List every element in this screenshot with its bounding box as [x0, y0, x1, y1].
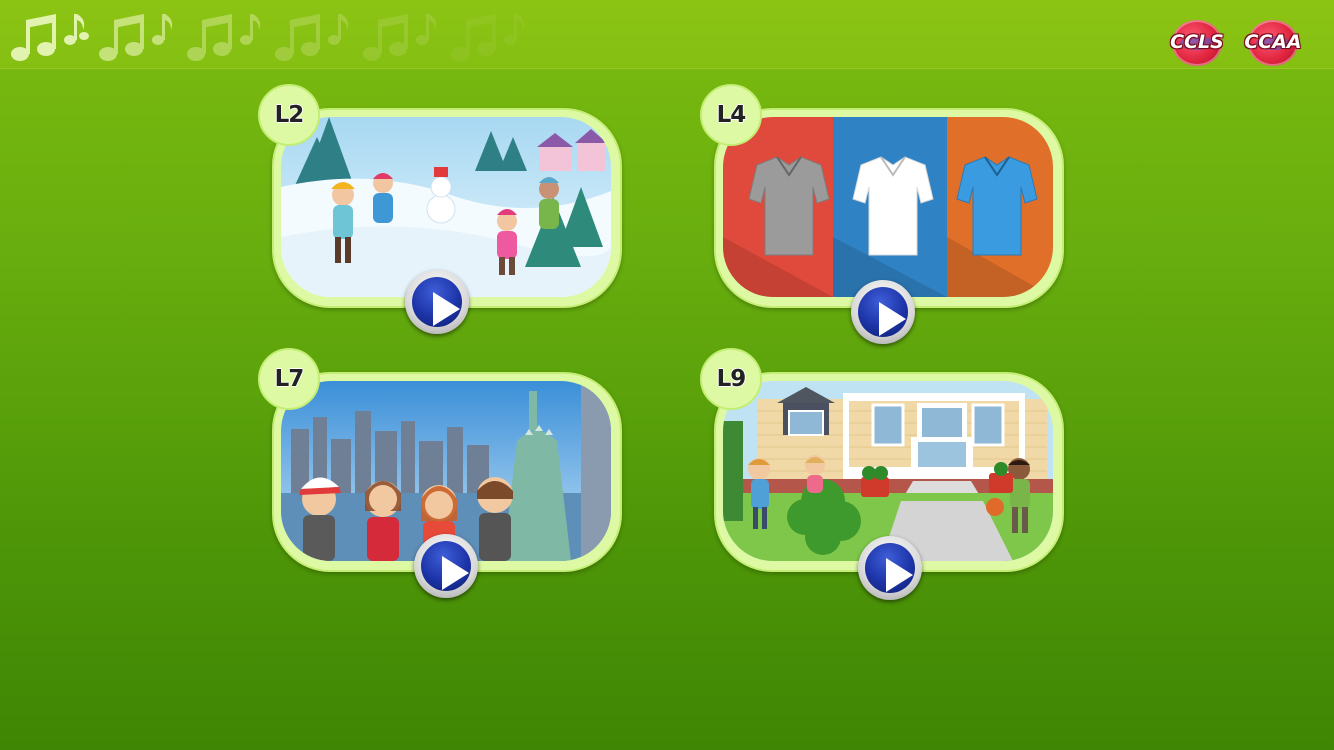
lesson-card-l9[interactable]: L9 — [700, 348, 1064, 600]
winter-snow-play-scene[interactable] — [281, 117, 611, 297]
shirts-colors-scene[interactable] — [723, 117, 1053, 297]
play-button[interactable] — [851, 280, 915, 344]
play-icon — [433, 292, 460, 326]
play-icon — [442, 556, 469, 590]
lesson-badge: L9 — [700, 348, 762, 410]
play-button[interactable] — [858, 536, 922, 600]
lesson-label: L9 — [716, 366, 747, 392]
lesson-badge: L7 — [258, 348, 320, 410]
lesson-label: L2 — [274, 102, 305, 128]
ccaa-logo-text: CCAA — [1244, 31, 1302, 53]
music-notes-icon — [184, 4, 272, 64]
music-notes-icon — [360, 4, 448, 64]
play-button[interactable] — [405, 270, 469, 334]
lesson-badge: L4 — [700, 84, 762, 146]
lesson-badge: L2 — [258, 84, 320, 146]
lesson-label: L7 — [274, 366, 305, 392]
lesson-label: L4 — [716, 102, 747, 128]
lesson-card-l4[interactable]: L4 — [700, 84, 1064, 344]
ccaa-logo[interactable]: CCAA — [1238, 20, 1308, 66]
ccls-logo[interactable]: CCLS — [1162, 20, 1232, 66]
ccls-logo-text: CCLS — [1170, 31, 1224, 53]
play-button[interactable] — [414, 534, 478, 598]
music-notes-icon — [448, 4, 536, 64]
lesson-card-l7[interactable]: L7 — [258, 348, 622, 598]
lesson-card-l2[interactable]: L2 — [258, 84, 622, 334]
music-notes-icon — [96, 4, 184, 64]
play-icon — [879, 302, 906, 336]
music-notes-icon — [272, 4, 360, 64]
top-bar: CCLS CCAA — [0, 0, 1334, 69]
play-icon — [886, 558, 913, 592]
music-notes-decoration — [8, 4, 536, 64]
logos: CCLS CCAA — [1162, 20, 1308, 66]
music-notes-icon — [8, 4, 96, 64]
house-neighborhood-scene[interactable] — [723, 381, 1053, 561]
